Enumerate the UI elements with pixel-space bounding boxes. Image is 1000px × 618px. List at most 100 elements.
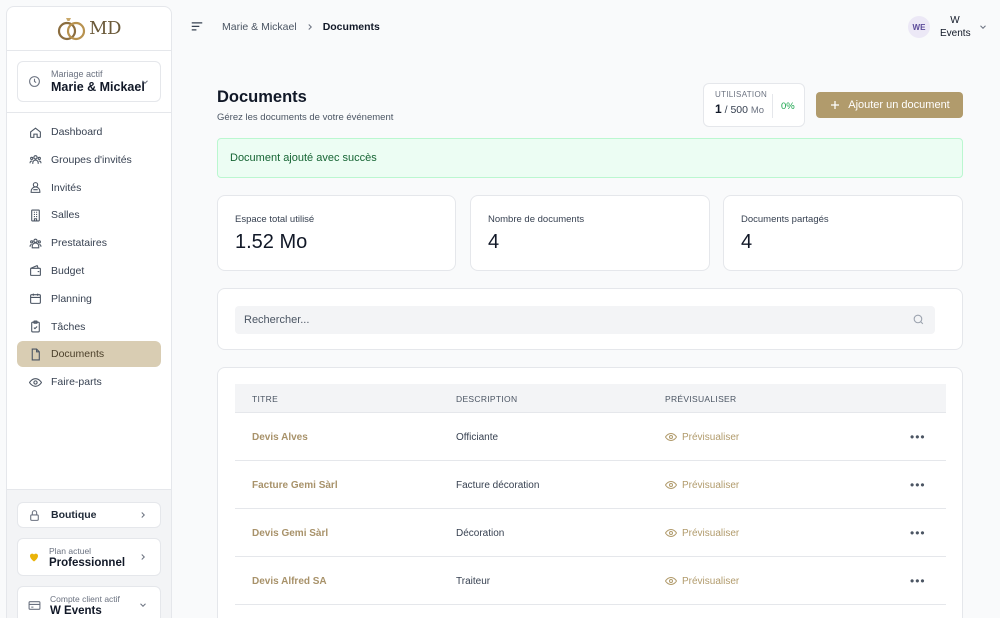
logo[interactable]: MD — [7, 7, 171, 51]
search-input[interactable] — [235, 306, 935, 334]
more-actions-icon[interactable]: ••• — [910, 478, 926, 492]
usage-unit: Mo — [750, 105, 765, 116]
column-header-title[interactable]: TITRE — [252, 394, 278, 404]
preview-link[interactable]: Prévisualiser — [665, 527, 739, 539]
sidebar-item-budget[interactable]: Budget — [17, 258, 161, 284]
document-description: Décoration — [456, 528, 505, 539]
chevron-right-icon — [308, 24, 312, 30]
plan-value: Professionnel — [49, 556, 126, 569]
chevron-down-icon — [980, 25, 986, 29]
budget-icon — [29, 264, 42, 277]
storage-usage: UTILISATION 1 / 500 Mo 0% — [703, 83, 805, 127]
breadcrumb-current: Documents — [322, 21, 380, 33]
heart-icon — [29, 553, 39, 562]
usage-total: / 500 — [724, 104, 748, 116]
document-description: Traiteur — [456, 576, 491, 587]
preview-link[interactable]: Prévisualiser — [665, 479, 739, 491]
sidebar-item-label: Dashboard — [51, 126, 103, 138]
stat-value: 1.52 Mo — [235, 231, 308, 253]
sidebar-item-label: Faire-parts — [51, 376, 102, 389]
eye-icon — [29, 376, 42, 389]
preview-label: Prévisualiser — [682, 479, 740, 491]
stat-document-count: Nombre de documents 4 — [470, 195, 710, 271]
document-title[interactable]: Devis Gemi Sàrl — [252, 528, 328, 539]
current-plan-card[interactable]: Plan actuel Professionnel — [17, 538, 161, 576]
more-actions-icon[interactable]: ••• — [910, 526, 926, 540]
clock-icon — [29, 76, 40, 87]
table-row: Devis Alves Officiante Prévisualiser ••• — [235, 413, 946, 461]
active-wedding-select[interactable]: Mariage actif Marie & Mickael — [17, 61, 161, 102]
users-icon — [29, 181, 42, 194]
stat-label: Documents partagés — [741, 214, 829, 225]
sidebar-item-label: Documents — [51, 348, 105, 361]
sidebar-item-documents[interactable]: Documents — [17, 341, 161, 368]
sidebar-item-planning[interactable]: Planning — [17, 286, 161, 312]
active-client-select[interactable]: Compte client actif W Events — [17, 586, 161, 618]
sidebar-item-label: Tâches — [51, 320, 86, 333]
documents-table: TITRE DESCRIPTION PRÉVISUALISER Devis Al… — [217, 367, 963, 618]
sidebar-item-invites[interactable]: Invités — [17, 175, 161, 201]
chevron-right-icon — [141, 554, 145, 560]
search-icon[interactable] — [912, 313, 925, 326]
sidebar-item-taches[interactable]: Tâches — [17, 314, 161, 340]
sidebar-item-salles[interactable]: Salles — [17, 202, 161, 228]
sidebar-item-faire-parts[interactable]: Faire-parts — [17, 369, 161, 395]
plus-icon — [831, 101, 840, 109]
active-wedding-label: Mariage actif — [51, 69, 103, 79]
sidebar-item-groupes[interactable]: Groupes d'invités — [17, 147, 161, 173]
boutique-label: Boutique — [51, 509, 97, 521]
home-icon — [29, 126, 42, 139]
stat-total-space: Espace total utilisé 1.52 Mo — [217, 195, 456, 271]
column-header-description[interactable]: DESCRIPTION — [456, 394, 517, 404]
preview-label: Prévisualiser — [682, 527, 740, 539]
sidebar-item-prestataires[interactable]: Prestataires — [17, 230, 161, 256]
document-title[interactable]: Devis Alfred SA — [252, 576, 327, 587]
preview-link[interactable]: Prévisualiser — [665, 575, 739, 587]
document-description: Facture décoration — [456, 480, 540, 491]
breadcrumb-wedding[interactable]: Marie & Mickael — [222, 21, 297, 33]
document-description: Officiante — [456, 432, 499, 443]
sidebar-item-label: Salles — [51, 209, 80, 222]
document-title[interactable]: Facture Gemi Sàrl — [252, 480, 338, 491]
more-actions-icon[interactable]: ••• — [910, 430, 926, 444]
lock-icon — [30, 509, 39, 521]
active-wedding-value: Marie & Mickael — [51, 80, 145, 94]
building-icon — [29, 209, 42, 222]
usage-used: 1 — [715, 102, 722, 116]
page-title: Documents — [217, 88, 307, 106]
document-icon — [29, 348, 42, 361]
menu-toggle-icon[interactable] — [190, 20, 204, 34]
stat-label: Nombre de documents — [488, 214, 585, 225]
calendar-icon — [29, 292, 42, 305]
document-title[interactable]: Devis Alves — [252, 432, 308, 443]
preview-link[interactable]: Prévisualiser — [665, 431, 739, 443]
sidebar-item-label: Invités — [51, 181, 82, 194]
user-name: W Events — [940, 14, 971, 40]
sidebar-item-dashboard[interactable]: Dashboard — [17, 119, 161, 145]
preview-label: Prévisualiser — [682, 575, 740, 587]
top-bar: Marie & Mickael Documents WE W Events — [172, 0, 1000, 56]
user-name-line2: Events — [940, 28, 971, 39]
sidebar-nav: Dashboard Groupes d'invités Invités Sall… — [7, 119, 171, 395]
page-subtitle: Gérez les documents de votre événement — [217, 112, 394, 123]
rings-logo-icon — [57, 17, 86, 40]
usage-percent: 0% — [772, 94, 795, 118]
table-row: Facture Gemi Sàrl Facture décoration Pré… — [235, 461, 946, 509]
stat-value: 4 — [488, 231, 500, 253]
chevron-down-icon — [142, 79, 148, 84]
table-row: Devis Gemi Sàrl Décoration Prévisualiser… — [235, 509, 946, 557]
eye-icon — [665, 576, 677, 586]
boutique-button[interactable]: Boutique — [17, 502, 161, 528]
stat-value: 4 — [741, 231, 753, 253]
add-document-button[interactable]: Ajouter un document — [816, 92, 963, 118]
user-menu[interactable]: WE W Events — [908, 14, 988, 40]
sidebar-item-label: Prestataires — [51, 237, 108, 250]
stat-label: Espace total utilisé — [235, 214, 315, 225]
eye-icon — [665, 432, 677, 442]
sidebar-footer: Boutique Plan actuel Professionnel Compt… — [7, 489, 171, 618]
more-actions-icon[interactable]: ••• — [910, 574, 926, 588]
sidebar-item-label: Budget — [51, 264, 85, 277]
breadcrumb: Marie & Mickael Documents — [222, 21, 380, 33]
chevron-down-icon — [140, 603, 146, 607]
divider — [7, 112, 171, 113]
